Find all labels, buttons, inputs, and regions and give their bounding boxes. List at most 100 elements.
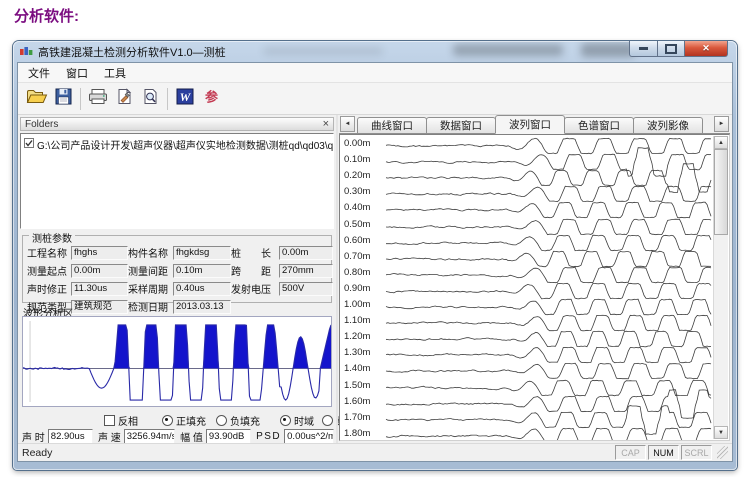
toolbar-separator (167, 88, 168, 110)
wave-list-panel: 0.00m0.10m0.20m0.30m0.40m0.50m0.60m0.70m… (339, 134, 730, 441)
workspace: Folders × G:\公司产品设计开发\超声仪器\超声仪实地检测数据\测桩q… (18, 115, 732, 443)
status-bar: Ready CAPNUMSCRL (18, 443, 732, 461)
scrollbar-thumb[interactable] (714, 149, 728, 235)
maximize-icon (665, 44, 677, 54)
menu-item[interactable]: 窗口 (58, 63, 96, 83)
param-value[interactable]: 0.10m (173, 264, 231, 278)
page-heading: 分析软件: (14, 5, 79, 26)
pile-params-group: 测桩参数 工程名称fhghs构件名称fhgkdsg桩 长0.00m测量起点0.0… (22, 235, 332, 303)
parameters-button[interactable]: 参 (198, 86, 224, 112)
radio-icon[interactable] (216, 415, 227, 426)
wave-row: 1.80m (342, 427, 712, 441)
tab-data[interactable]: 数据窗口 (426, 117, 496, 133)
window-title: 高铁建混凝土检测分析软件V1.0—测桩 (38, 44, 226, 60)
pane-splitter[interactable] (336, 115, 338, 443)
param-value[interactable]: 270mm (279, 264, 333, 278)
param-value[interactable]: fhghs (71, 246, 128, 260)
param-label: 检测日期 (128, 299, 173, 314)
depth-label: 1.50m (344, 380, 370, 391)
param-label: 发射电压 (231, 281, 279, 296)
radio-icon[interactable] (162, 415, 173, 426)
analysis-waveform (23, 317, 331, 406)
tab-wave-image[interactable]: 波列影像 (633, 117, 703, 133)
svg-text:参: 参 (204, 89, 218, 104)
menu-item[interactable]: 文件 (20, 63, 58, 83)
radio-label: 正填充 (176, 413, 206, 428)
radio-icon[interactable] (280, 415, 291, 426)
vertical-scrollbar[interactable]: ▲ ▼ (713, 136, 728, 439)
depth-label: 1.00m (344, 299, 370, 310)
resize-grip[interactable] (717, 446, 728, 459)
tab-spectrum[interactable]: 色谱窗口 (564, 117, 634, 133)
readout-value[interactable]: 82.90us (48, 429, 93, 444)
print-setup-button[interactable] (111, 86, 137, 112)
depth-label: 0.00m (344, 138, 370, 149)
close-icon[interactable]: × (323, 119, 329, 129)
parameters-icon: 参 (203, 88, 220, 110)
keyboard-indicators: CAPNUMSCRL (615, 445, 712, 460)
invert-checkbox[interactable]: 反相 (104, 413, 138, 428)
left-pane: Folders × G:\公司产品设计开发\超声仪器\超声仪实地检测数据\测桩q… (20, 115, 336, 443)
readout-label: 幅 值 (180, 429, 203, 444)
fill-mode-radio[interactable]: 正填充 (162, 413, 206, 428)
radio-label: 时域 (294, 413, 314, 428)
print-preview-button[interactable] (137, 86, 163, 112)
depth-label: 0.40m (344, 202, 370, 213)
param-label: 采样周期 (128, 281, 173, 296)
depth-label: 1.10m (344, 315, 370, 326)
radio-icon[interactable] (322, 415, 333, 426)
indicator-scrl: SCRL (681, 445, 712, 460)
param-value[interactable]: 500V (279, 282, 333, 296)
word-export-button[interactable]: W (172, 86, 198, 112)
window-controls: ✕ (629, 41, 728, 57)
folder-open-button[interactable] (24, 86, 50, 112)
scroll-down-icon[interactable]: ▼ (714, 426, 728, 439)
indicator-num: NUM (648, 445, 679, 460)
checkbox-icon[interactable] (104, 415, 115, 426)
param-value[interactable]: fhgkdsg (173, 246, 231, 260)
maximize-button[interactable] (658, 41, 684, 57)
readout-label: 声 速 (98, 429, 121, 444)
svg-text:W: W (180, 90, 192, 104)
depth-label: 1.60m (344, 396, 370, 407)
right-pane: ◄曲线窗口数据窗口波列窗口色谱窗口波列影像 ► 0.00m0.10m0.20m0.… (339, 115, 730, 443)
wave-rows: 0.00m0.10m0.20m0.30m0.40m0.50m0.60m0.70m… (342, 137, 712, 438)
folders-panel-header[interactable]: Folders × (20, 117, 334, 131)
folders-panel-title: Folders (25, 119, 58, 130)
depth-label: 1.70m (344, 412, 370, 423)
param-value[interactable]: 0.00m (71, 264, 128, 278)
toolbar: W参 (18, 83, 732, 115)
tab-curve[interactable]: 曲线窗口 (357, 117, 427, 133)
param-label: 构件名称 (128, 245, 173, 260)
print-setup-icon (116, 88, 133, 110)
minimize-button[interactable] (629, 41, 658, 57)
close-button[interactable]: ✕ (684, 41, 728, 57)
param-value[interactable]: 0.40us (173, 282, 231, 296)
tab-wave-list[interactable]: 波列窗口 (495, 115, 565, 134)
param-value[interactable]: 2013.03.13 (173, 300, 231, 314)
fill-mode-radio[interactable]: 负填充 (216, 413, 260, 428)
menu-bar: 文件窗口工具 (18, 63, 732, 83)
checkbox-icon[interactable] (24, 138, 34, 151)
readout-value[interactable]: 0.00us^2/m (284, 429, 334, 444)
client-area: 文件窗口工具 W参 Folders × G:\公司产品设计开发\超声仪器\超声仪… (17, 62, 733, 462)
radio-label: 负填充 (230, 413, 260, 428)
folder-item[interactable]: G:\公司产品设计开发\超声仪器\超声仪实地检测数据\测桩qd\qd03\qd0… (24, 137, 333, 152)
depth-label: 1.20m (344, 331, 370, 342)
readout-value[interactable]: 93.90dB (206, 429, 251, 444)
param-value[interactable]: 11.30us (71, 282, 128, 296)
tab-scroll-right-icon[interactable]: ► (714, 116, 729, 132)
menu-item[interactable]: 工具 (96, 63, 134, 83)
domain-mode-radio[interactable]: 时域 (280, 413, 314, 428)
tab-scroll-left-icon[interactable]: ◄ (340, 116, 355, 132)
readout-value[interactable]: 3256.94m/s (124, 429, 175, 444)
printer-button[interactable] (85, 86, 111, 112)
floppy-save-icon (55, 88, 72, 110)
depth-label: 1.80m (344, 428, 370, 439)
param-value[interactable]: 0.00m (279, 246, 333, 260)
floppy-save-button[interactable] (50, 86, 76, 112)
tab-strip: ◄曲线窗口数据窗口波列窗口色谱窗口波列影像 ► (339, 117, 730, 134)
folders-list[interactable]: G:\公司产品设计开发\超声仪器\超声仪实地检测数据\测桩qd\qd03\qd0… (20, 133, 334, 229)
scroll-up-icon[interactable]: ▲ (714, 136, 728, 149)
param-value[interactable]: 建筑规范 (71, 300, 128, 314)
